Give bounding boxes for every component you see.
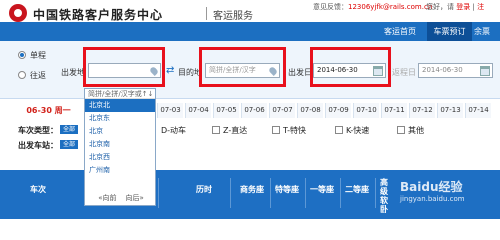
col-train-number[interactable]: 车次: [30, 184, 46, 195]
dropdown-hint: 简拼/全拼/汉字或↑↓: [85, 89, 155, 99]
dropdown-prev-link[interactable]: «向前: [98, 194, 116, 202]
swap-stations-icon[interactable]: ⇄: [166, 65, 177, 76]
date-cell[interactable]: 07-05: [213, 103, 239, 118]
column-divider: [375, 178, 376, 208]
one-way-label: 单程: [30, 51, 46, 60]
return-date-input[interactable]: 2014-06-30: [418, 63, 493, 78]
date-cell[interactable]: 07-13: [437, 103, 463, 118]
col-duration[interactable]: 历时: [196, 184, 212, 195]
col-first-class: 一等座: [310, 185, 334, 194]
greeting-text: 您好，请: [426, 3, 454, 11]
date-cell[interactable]: 07-10: [353, 103, 379, 118]
calendar-icon[interactable]: [480, 66, 490, 76]
col-deluxe-sleeper: 高级软卧: [380, 178, 388, 214]
date-cell[interactable]: 07-04: [185, 103, 211, 118]
date-cell[interactable]: 07-11: [381, 103, 407, 118]
train-type-option: T-特快: [283, 126, 307, 135]
section-title: 客运服务: [213, 11, 253, 22]
date-cell[interactable]: 07-06: [241, 103, 267, 118]
date-cell[interactable]: 07-07: [269, 103, 295, 118]
station-suggestion-dropdown: 简拼/全拼/汉字或↑↓ 北京北 北京东 北京 北京南 北京西 广州南 «向前 向…: [84, 88, 156, 206]
title-divider: [206, 7, 207, 20]
railway-logo-icon: [9, 4, 27, 22]
site-title: 中国铁路客户服务中心: [33, 8, 164, 22]
watermark-url: jingyan.baidu.com: [400, 195, 465, 203]
round-trip-radio[interactable]: [18, 71, 26, 79]
train-type-option: Z-直达: [223, 126, 248, 135]
col-second-class: 二等座: [345, 185, 369, 194]
user-greeting: 您好，请 登录 | 注: [426, 2, 484, 12]
highlight-from-box: [83, 47, 165, 87]
column-divider: [305, 178, 306, 208]
column-divider: [340, 178, 341, 208]
train-type-checkbox[interactable]: [397, 126, 405, 134]
train-type-option: 其他: [408, 126, 424, 135]
date-cell[interactable]: 07-14: [465, 103, 491, 118]
greeting-separator: |: [472, 3, 475, 11]
column-divider: [158, 178, 159, 208]
dropdown-pager: «向前 向后»: [85, 193, 157, 203]
station-option[interactable]: 北京: [85, 125, 155, 138]
train-type-checkbox[interactable]: [212, 126, 220, 134]
train-type-label: 车次类型：: [18, 126, 58, 135]
register-link[interactable]: 注: [477, 3, 484, 11]
one-way-radio[interactable]: [18, 51, 26, 59]
login-link[interactable]: 登录: [456, 3, 470, 11]
col-premium-seat: 特等座: [275, 185, 299, 194]
station-label: 出发车站：: [18, 141, 58, 150]
date-strip: 06-30 周一 07-03 07-04 07-05 07-06 07-07 0…: [0, 103, 500, 118]
station-option[interactable]: 北京北: [85, 99, 155, 112]
nav-home[interactable]: 客运首页: [374, 22, 426, 41]
train-type-option: D-动车: [161, 126, 187, 135]
col-business-seat: 商务座: [240, 185, 264, 194]
depart-date-label: 出发日: [288, 68, 312, 77]
station-option[interactable]: 广州南: [85, 164, 155, 177]
main-nav: 客运首页 车票预订 余票: [0, 22, 500, 41]
station-option[interactable]: 北京西: [85, 151, 155, 164]
column-divider: [230, 178, 231, 208]
station-option[interactable]: 北京东: [85, 112, 155, 125]
nav-remaining-tickets[interactable]: 余票: [474, 22, 500, 41]
column-divider: [270, 178, 271, 208]
watermark-brand: Baidu经验: [400, 180, 463, 194]
highlight-to-box: [199, 47, 286, 87]
train-type-checkbox[interactable]: [335, 126, 343, 134]
date-cell[interactable]: 07-09: [325, 103, 351, 118]
train-type-all-button[interactable]: 全部: [60, 125, 79, 134]
date-cell[interactable]: 07-12: [409, 103, 435, 118]
round-trip-label: 往返: [30, 71, 46, 80]
station-option[interactable]: 北京南: [85, 138, 155, 151]
feedback: 意见反馈：12306yjfk@rails.com.cn: [313, 2, 432, 12]
baidu-watermark: Baidu经验 jingyan.baidu.com: [400, 178, 495, 208]
date-current[interactable]: 06-30 周一: [12, 103, 85, 118]
train-type-option: K-快速: [346, 126, 370, 135]
dropdown-next-link[interactable]: 向后»: [125, 194, 143, 202]
train-type-checkbox[interactable]: [272, 126, 280, 134]
station-all-button[interactable]: 全部: [60, 140, 79, 149]
nav-ticket-booking[interactable]: 车票预订: [427, 22, 472, 41]
date-cell[interactable]: 07-03: [157, 103, 183, 118]
from-label: 出发地: [61, 68, 85, 77]
highlight-date-box: [310, 47, 391, 87]
return-date-value: 2014-06-30: [422, 66, 463, 74]
date-cell[interactable]: 07-08: [297, 103, 323, 118]
feedback-label: 意见反馈：: [313, 3, 348, 11]
return-date-label: 返程日: [392, 68, 416, 77]
feedback-email-link[interactable]: 12306yjfk@rails.com.cn: [348, 3, 432, 11]
